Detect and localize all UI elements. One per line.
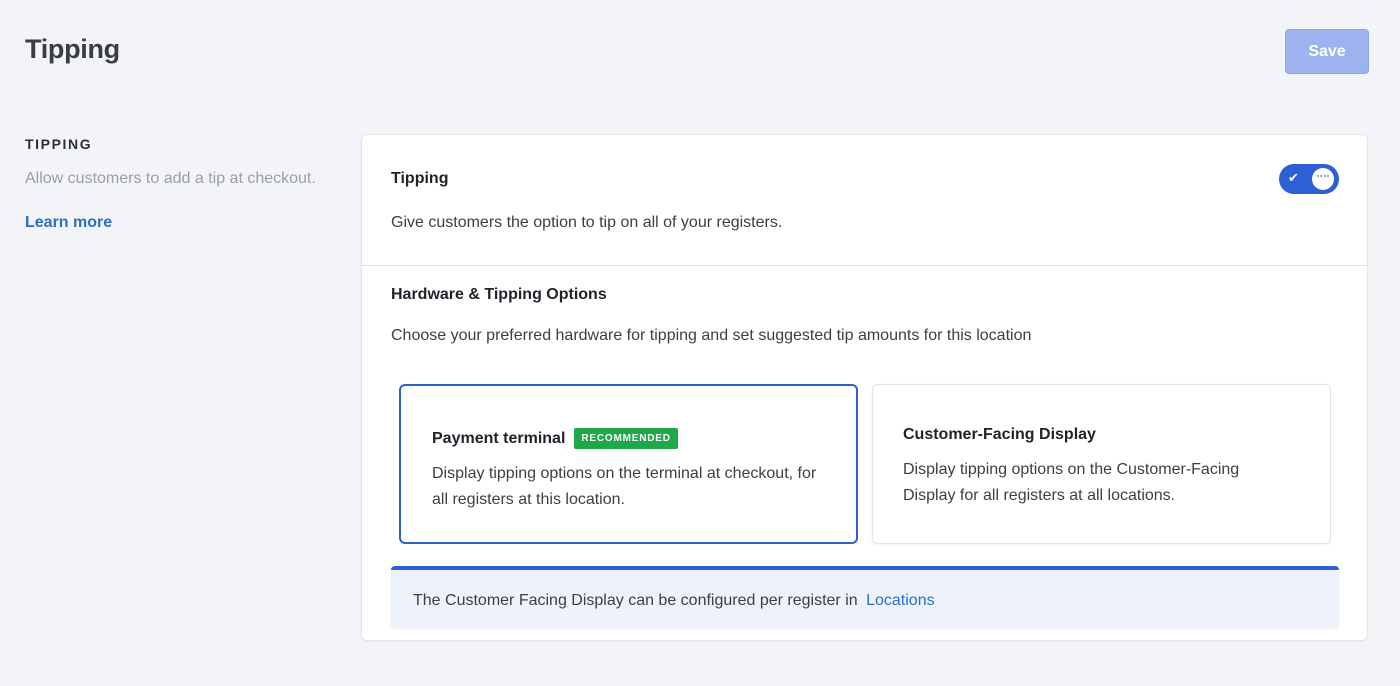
toggle-knob [1312, 168, 1334, 190]
option-title-row: Customer-Facing Display [903, 426, 1096, 444]
tipping-row-title: Tipping [391, 170, 449, 187]
section-label: TIPPING [25, 136, 93, 152]
info-banner: The Customer Facing Display can be confi… [391, 566, 1339, 628]
learn-more-link[interactable]: Learn more [25, 214, 112, 232]
page-title: Tipping [25, 34, 120, 64]
tipping-settings-row: Tipping Give customers the option to tip… [362, 135, 1367, 266]
tipping-card: Tipping Give customers the option to tip… [361, 134, 1368, 641]
option-description: Display tipping options on the terminal … [432, 465, 817, 508]
option-title: Customer-Facing Display [903, 426, 1096, 443]
tipping-row-description: Give customers the option to tip on all … [391, 214, 783, 231]
recommended-badge: RECOMMENDED [574, 428, 678, 449]
option-customer-facing-display[interactable]: Customer-Facing Display Display tipping … [872, 384, 1331, 544]
save-button[interactable]: Save [1285, 29, 1369, 74]
locations-link[interactable]: Locations [866, 592, 935, 609]
option-title: Payment terminal [432, 429, 566, 447]
hardware-title: Hardware & Tipping Options [391, 286, 607, 303]
section-description: Allow customers to add a tip at checkout… [25, 170, 316, 187]
option-description: Display tipping options on the Customer-… [903, 461, 1240, 504]
hardware-description: Choose your preferred hardware for tippi… [391, 327, 1032, 344]
tipping-toggle[interactable]: ✔ [1279, 164, 1339, 194]
banner-text-wrap: The Customer Facing Display can be confi… [413, 592, 935, 610]
check-icon: ✔ [1288, 170, 1299, 185]
option-title-row: Payment terminal RECOMMENDED [432, 428, 678, 449]
banner-text: The Customer Facing Display can be confi… [413, 592, 858, 609]
option-payment-terminal[interactable]: Payment terminal RECOMMENDED Display tip… [399, 384, 858, 544]
